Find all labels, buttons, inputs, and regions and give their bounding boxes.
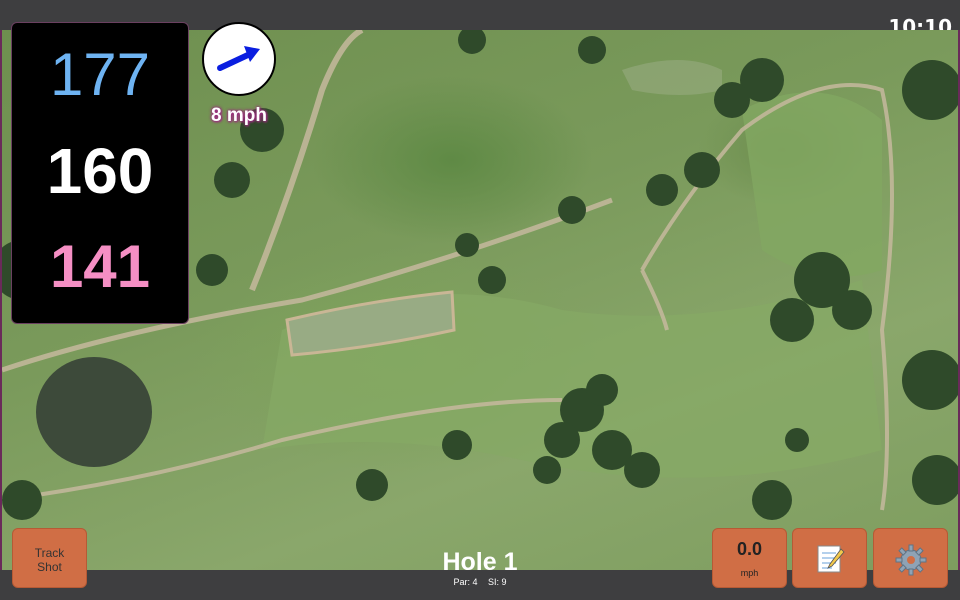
settings-button[interactable] xyxy=(873,528,948,588)
speed-unit: mph xyxy=(740,568,759,578)
distance-front: 141 xyxy=(49,233,151,300)
wind-speed: 8 mph xyxy=(211,105,267,126)
distance-back: 177 xyxy=(49,41,151,108)
track-shot-label-line1: Track xyxy=(34,546,65,560)
hole-title: Hole 1 xyxy=(442,548,518,576)
wind-arrow-icon xyxy=(217,46,260,71)
speed-value: 0.0 xyxy=(736,539,763,559)
track-shot-label-line2: Shot xyxy=(37,560,62,574)
hole-stroke-index: SI: 9 xyxy=(488,577,507,587)
distance-middle: 160 xyxy=(46,135,154,207)
distance-panel: 177 160 141 xyxy=(11,22,189,324)
hole-par: Par: 4 xyxy=(453,577,478,587)
golf-gps-screen: 10:10 177 160 141 8 mph Track Shot Hole … xyxy=(0,0,960,600)
wind-direction-indicator xyxy=(202,22,276,96)
speed-button[interactable]: 0.0 mph xyxy=(712,528,787,588)
track-shot-button[interactable]: Track Shot xyxy=(12,528,87,588)
notes-button[interactable] xyxy=(792,528,867,588)
gear-icon xyxy=(895,544,926,576)
notepad-icon xyxy=(817,545,845,573)
hole-info: Par: 4 SI: 9 xyxy=(380,577,580,587)
